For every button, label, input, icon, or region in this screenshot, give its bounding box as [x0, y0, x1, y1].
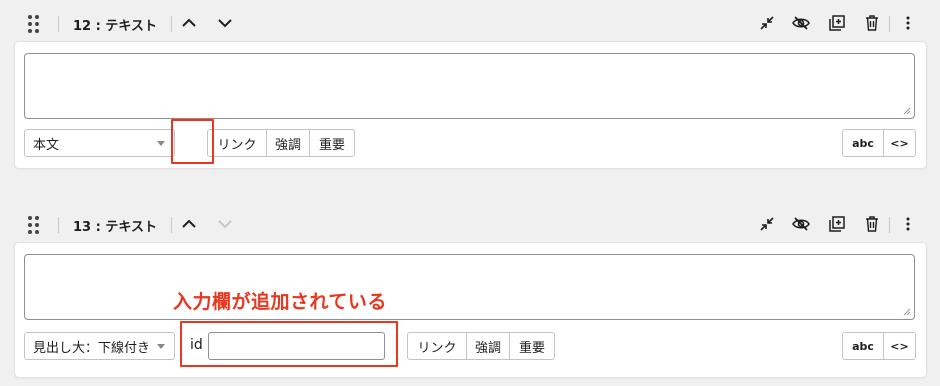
visual-mode-button[interactable]: abc — [843, 333, 883, 359]
divider — [889, 16, 890, 32]
eye-off-icon[interactable] — [790, 12, 812, 34]
more-vertical-icon[interactable] — [897, 213, 919, 235]
chevron-up-icon[interactable] — [178, 12, 200, 34]
drag-handle-icon[interactable] — [28, 15, 40, 33]
text-mode-toggle: abc <> — [842, 129, 916, 157]
block-title: 13 : テキスト — [73, 220, 157, 235]
divider — [889, 217, 890, 233]
important-button[interactable]: 重要 — [509, 333, 554, 359]
divider — [58, 217, 59, 233]
collapse-icon[interactable] — [756, 12, 778, 34]
text-block-12: 12 : テキスト 本文 リンク 強調 重要 abc <> — [0, 0, 940, 175]
divider — [171, 16, 172, 32]
block-card: 本文 リンク 強調 重要 abc <> — [14, 41, 927, 169]
format-select-value: 本文 — [33, 137, 60, 153]
resize-grip-icon[interactable] — [903, 308, 911, 316]
highlight-box — [180, 321, 398, 367]
divider — [58, 16, 59, 32]
inline-format-buttons: リンク 強調 重要 — [207, 129, 355, 157]
trash-icon[interactable] — [861, 12, 883, 34]
chevron-up-icon[interactable] — [178, 213, 200, 235]
emphasis-button[interactable]: 強調 — [266, 130, 309, 156]
drag-handle-icon[interactable] — [28, 216, 40, 234]
chevron-down-icon — [214, 213, 236, 235]
block-card: 見出し大：下線付き id リンク 強調 重要 abc <> — [14, 242, 927, 378]
format-select[interactable]: 見出し大：下線付き — [24, 332, 175, 360]
trash-icon[interactable] — [861, 213, 883, 235]
text-content-field[interactable] — [24, 254, 915, 320]
format-select-value: 見出し大：下線付き — [33, 340, 151, 356]
add-block-icon[interactable] — [826, 12, 848, 34]
link-button[interactable]: リンク — [208, 130, 266, 156]
inline-format-buttons: リンク 強調 重要 — [407, 332, 555, 360]
highlight-box — [171, 119, 214, 164]
add-block-icon[interactable] — [826, 213, 848, 235]
text-mode-toggle: abc <> — [842, 332, 916, 360]
eye-off-icon[interactable] — [790, 213, 812, 235]
resize-grip-icon[interactable] — [903, 107, 911, 115]
annotation-label: 入力欄が追加されている — [173, 291, 387, 313]
text-block-13: 13 : テキスト 見出し大：下線付き id リンク 強調 重要 abc <> — [0, 203, 940, 386]
text-content-field[interactable] — [24, 53, 915, 119]
code-mode-button[interactable]: <> — [883, 333, 915, 359]
collapse-icon[interactable] — [756, 213, 778, 235]
chevron-down-icon[interactable] — [214, 12, 236, 34]
more-vertical-icon[interactable] — [897, 12, 919, 34]
code-mode-button[interactable]: <> — [883, 130, 915, 156]
chevron-down-icon — [157, 344, 165, 349]
divider — [171, 217, 172, 233]
chevron-down-icon — [157, 141, 165, 146]
block-toolbar: 13 : テキスト — [0, 203, 940, 243]
important-button[interactable]: 重要 — [309, 130, 354, 156]
link-button[interactable]: リンク — [408, 333, 466, 359]
block-title: 12 : テキスト — [73, 19, 157, 34]
format-select[interactable]: 本文 — [24, 129, 175, 157]
visual-mode-button[interactable]: abc — [843, 130, 883, 156]
block-toolbar: 12 : テキスト — [0, 2, 940, 42]
emphasis-button[interactable]: 強調 — [466, 333, 509, 359]
